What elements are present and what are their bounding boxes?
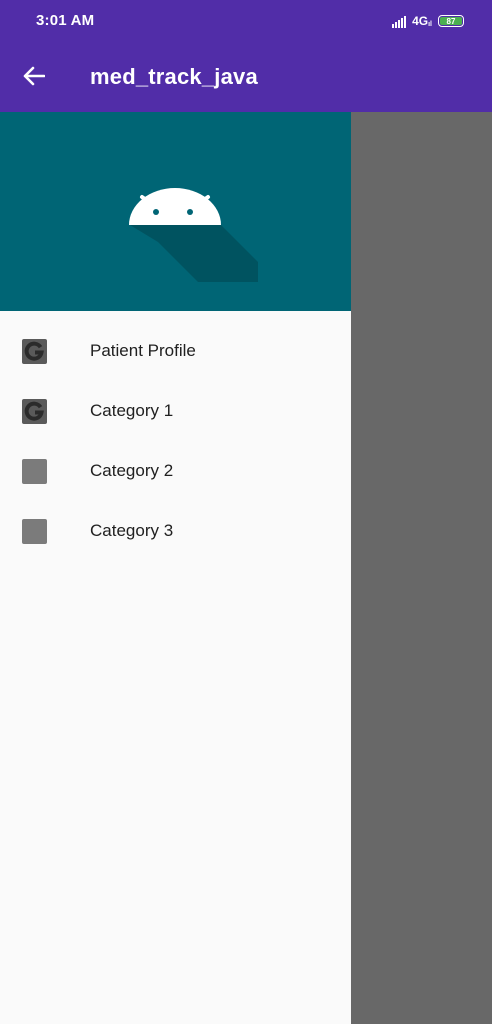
google-icon [22, 399, 47, 424]
app-title: med_track_java [90, 64, 258, 89]
status-time: 3:01 AM [36, 12, 95, 29]
drawer-header [0, 112, 351, 311]
navigation-drawer: Patient Profile Category 1 Category 2 Ca… [0, 112, 351, 1024]
battery-icon: 87 [438, 15, 464, 27]
nav-item-label: Category 3 [90, 521, 174, 540]
nav-item-label: Category 1 [90, 401, 174, 420]
nav-item-label: Patient Profile [90, 341, 196, 360]
nav-item-patient-profile[interactable]: Patient Profile [0, 321, 351, 381]
status-bar: 3:01 AM 4Gıl 87 [0, 0, 492, 42]
nav-item-label: Category 2 [90, 461, 174, 480]
network-type: 4Gıl [412, 14, 432, 28]
battery-level: 87 [440, 17, 462, 26]
google-icon [22, 339, 47, 364]
nav-item-category-2[interactable]: Category 2 [0, 441, 351, 501]
drawer-scrim[interactable] [351, 112, 492, 1024]
app-bar: med_track_java [0, 42, 492, 112]
screen: 3:01 AM 4Gıl 87 med_track_java Patient P… [0, 0, 492, 1024]
nav-item-category-1[interactable]: Category 1 [0, 381, 351, 441]
square-icon [22, 519, 47, 544]
nav-list: Patient Profile Category 1 Category 2 Ca… [0, 311, 351, 561]
arrow-back-icon [23, 66, 45, 86]
signal-icon [392, 14, 407, 28]
back-button[interactable] [18, 62, 50, 90]
square-icon [22, 459, 47, 484]
android-icon [129, 188, 258, 282]
nav-item-category-3[interactable]: Category 3 [0, 501, 351, 561]
status-icons: 4Gıl 87 [392, 11, 464, 31]
